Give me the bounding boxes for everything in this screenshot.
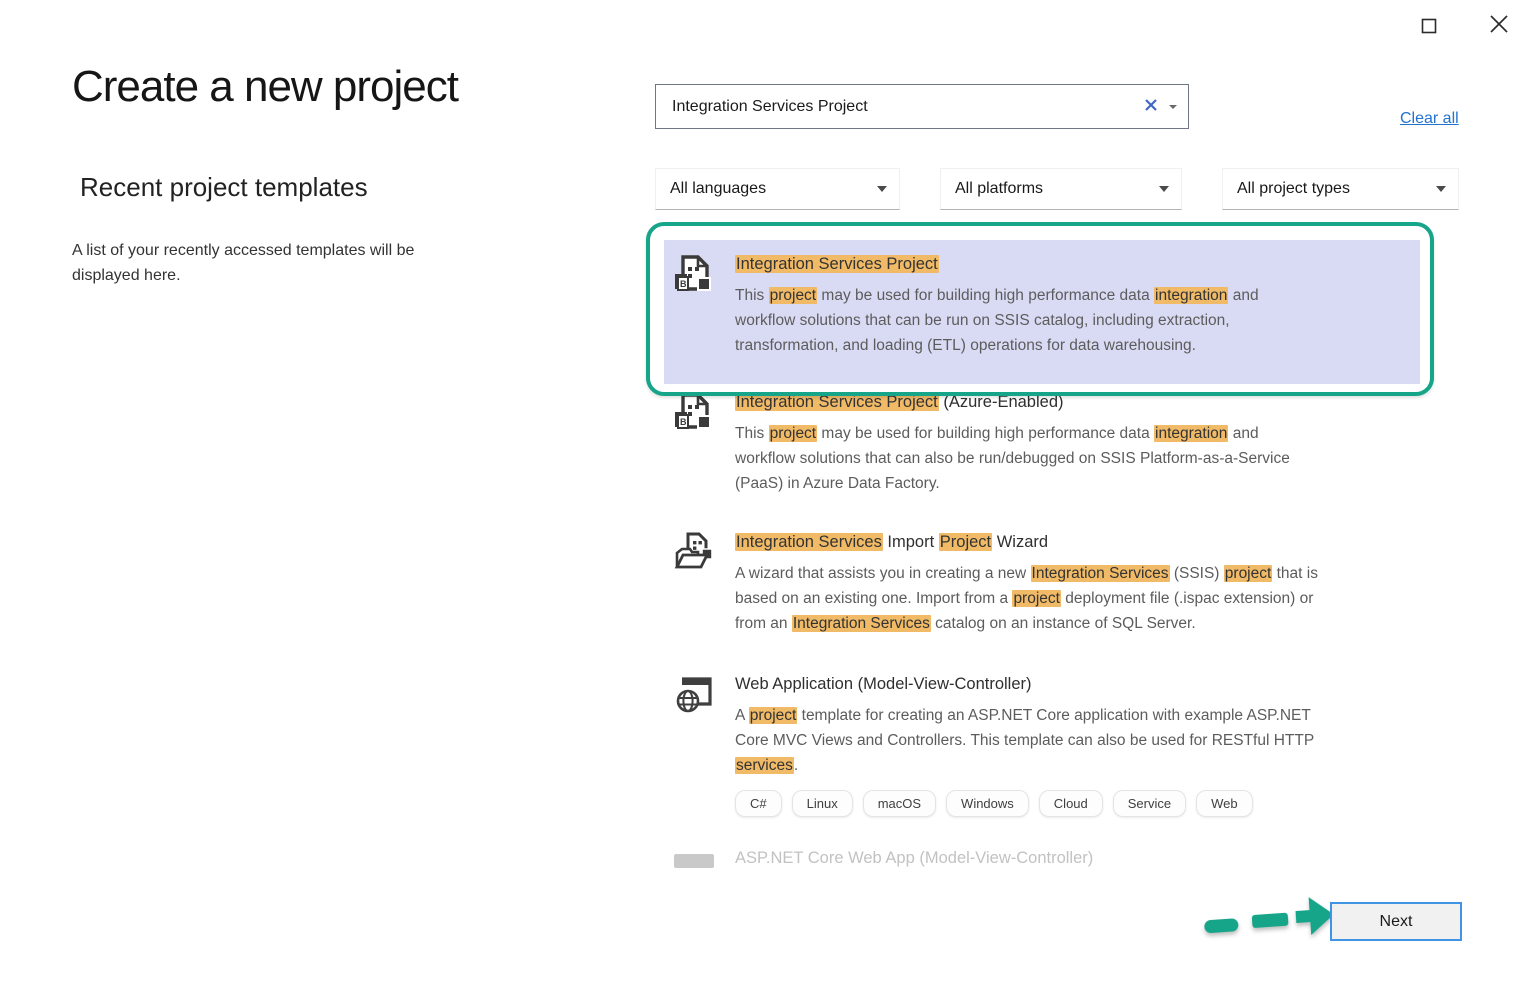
maximize-icon: [1421, 18, 1437, 34]
template-item[interactable]: ASP.NET Core Web App (Model-View-Control…: [664, 848, 1420, 874]
recent-templates-heading: Recent project templates: [80, 172, 368, 203]
ssis-project-icon: [674, 254, 714, 294]
template-tag: C#: [735, 790, 782, 817]
template-description: A project template for creating an ASP.N…: [735, 703, 1420, 778]
template-tags: C# Linux macOS Windows Cloud Service Web: [735, 790, 1420, 817]
template-item[interactable]: Web Application (Model-View-Controller) A…: [664, 674, 1420, 817]
template-item[interactable]: Integration Services Import Project Wiza…: [664, 532, 1420, 636]
template-item[interactable]: Integration Services Project This project…: [664, 240, 1420, 384]
template-tag: Linux: [792, 790, 853, 817]
chevron-down-icon: [1436, 186, 1446, 192]
ssis-wizard-icon: [674, 532, 714, 572]
web-app-icon: [674, 674, 714, 714]
placeholder-icon: [674, 848, 714, 874]
page-title: Create a new project: [72, 62, 458, 112]
template-description: This project may be used for building hi…: [735, 421, 1420, 496]
template-title: Web Application (Model-View-Controller): [735, 674, 1420, 695]
next-button[interactable]: Next: [1330, 902, 1462, 941]
template-tag: macOS: [863, 790, 936, 817]
template-item[interactable]: Integration Services Project (Azure-Enab…: [664, 392, 1420, 496]
template-tag: Service: [1113, 790, 1186, 817]
template-tag: Cloud: [1039, 790, 1103, 817]
close-button[interactable]: [1482, 8, 1516, 40]
template-list: Integration Services Project This project…: [664, 0, 1420, 876]
close-icon: [1489, 14, 1509, 34]
arrow-annotation: [1198, 888, 1338, 950]
create-project-dialog: Create a new project Clear all All langu…: [0, 0, 1536, 1008]
template-title: Integration Services Project: [735, 254, 1420, 275]
template-title: Integration Services Import Project Wiza…: [735, 532, 1420, 553]
template-description: A wizard that assists you in creating a …: [735, 561, 1420, 636]
template-title: Integration Services Project (Azure-Enab…: [735, 392, 1420, 413]
ssis-project-icon: [674, 392, 714, 432]
template-tag: Web: [1196, 790, 1253, 817]
template-description: This project may be used for building hi…: [735, 283, 1420, 358]
recent-templates-empty-text: A list of your recently accessed templat…: [72, 238, 414, 288]
template-title: ASP.NET Core Web App (Model-View-Control…: [735, 848, 1420, 869]
template-tag: Windows: [946, 790, 1029, 817]
